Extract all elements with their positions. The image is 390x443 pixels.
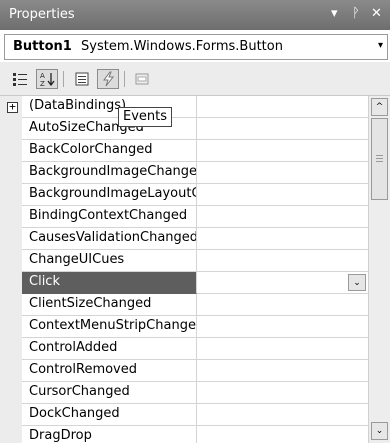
grid-row-selected[interactable]: Click ⌄	[0, 272, 368, 294]
scrollbar-thumb[interactable]	[371, 118, 388, 200]
toolbar-separator	[124, 71, 125, 87]
event-name[interactable]: BackgroundImageLayoutCh	[22, 184, 197, 206]
properties-button[interactable]	[71, 69, 93, 89]
property-pages-icon	[135, 73, 149, 85]
categorized-button[interactable]	[9, 69, 31, 89]
window-options-icon[interactable]: ▾	[331, 6, 338, 22]
row-gutter	[0, 360, 22, 382]
grid-row[interactable]: ClientSizeChanged	[0, 294, 368, 316]
event-name[interactable]: Click	[22, 272, 197, 294]
toolbar-separator	[63, 71, 64, 87]
expand-icon[interactable]: +	[7, 101, 18, 113]
grip-line	[376, 161, 383, 162]
event-handler-value[interactable]	[197, 338, 368, 360]
event-name[interactable]: ControlAdded	[22, 338, 197, 360]
row-gutter	[0, 228, 22, 250]
properties-icon	[75, 72, 89, 86]
row-gutter	[0, 382, 22, 404]
event-name[interactable]: ChangeUICues	[22, 250, 197, 272]
event-handler-value[interactable]: ⌄	[197, 272, 368, 294]
events-tooltip: Events	[118, 107, 173, 127]
grid-row[interactable]: ChangeUICues	[0, 250, 368, 272]
grid-row[interactable]: BackgroundImageChanged	[0, 162, 368, 184]
scroll-down-button[interactable]: ⌄	[371, 422, 388, 440]
row-gutter	[0, 404, 22, 426]
grid-row[interactable]: ContextMenuStripChanged	[0, 316, 368, 338]
alphabetical-icon: A Z	[40, 72, 55, 87]
event-handler-value[interactable]	[197, 294, 368, 316]
vertical-scrollbar[interactable]: ^ ⌄	[368, 96, 390, 443]
row-gutter	[0, 140, 22, 162]
grid-row[interactable]: CausesValidationChanged	[0, 228, 368, 250]
event-name[interactable]: DockChanged	[22, 404, 197, 426]
grid-row[interactable]: CursorChanged	[0, 382, 368, 404]
row-gutter	[0, 338, 22, 360]
row-gutter	[0, 184, 22, 206]
events-button[interactable]	[97, 69, 119, 89]
object-selector[interactable]: Button1 System.Windows.Forms.Button ▾	[4, 34, 388, 60]
event-handler-value[interactable]	[197, 162, 368, 184]
chevron-down-icon[interactable]: ▾	[378, 40, 383, 51]
row-gutter	[0, 272, 22, 294]
grid-row[interactable]: + (DataBindings)	[0, 96, 368, 118]
chevron-up-icon: ^	[375, 102, 384, 112]
grid-row[interactable]: ControlAdded	[0, 338, 368, 360]
object-type: System.Windows.Forms.Button	[81, 39, 283, 54]
grid-row[interactable]: BackColorChanged	[0, 140, 368, 162]
events-icon	[103, 71, 115, 87]
event-name[interactable]: ControlRemoved	[22, 360, 197, 382]
grid-row[interactable]: DragDrop	[0, 426, 368, 443]
grid-row[interactable]: BackgroundImageLayoutCh	[0, 184, 368, 206]
event-name[interactable]: ContextMenuStripChanged	[22, 316, 197, 338]
grid-row[interactable]: AutoSizeChanged	[0, 118, 368, 140]
event-grid: + (DataBindings) AutoSizeChanged BackCol…	[0, 96, 368, 443]
event-handler-value[interactable]	[197, 184, 368, 206]
categorized-icon	[13, 73, 27, 86]
close-icon[interactable]: ✕	[371, 6, 382, 22]
properties-toolbar: A Z	[0, 62, 390, 96]
event-handler-value[interactable]	[197, 382, 368, 404]
event-handler-value[interactable]	[197, 404, 368, 426]
event-name[interactable]: DragDrop	[22, 426, 197, 443]
scroll-up-button[interactable]: ^	[371, 98, 388, 116]
object-name: Button1	[13, 39, 72, 54]
row-gutter	[0, 162, 22, 184]
chevron-down-icon[interactable]: ⌄	[348, 274, 366, 291]
row-gutter	[0, 294, 22, 316]
event-handler-value[interactable]	[197, 360, 368, 382]
title-bar: Properties ▾ ᚹ ✕	[0, 0, 390, 30]
event-handler-value[interactable]	[197, 316, 368, 338]
event-handler-value[interactable]	[197, 250, 368, 272]
alphabetical-button[interactable]: A Z	[36, 69, 58, 89]
event-name[interactable]: BindingContextChanged	[22, 206, 197, 228]
event-handler-value[interactable]	[197, 140, 368, 162]
svg-text:A: A	[40, 72, 45, 80]
window-title: Properties	[9, 7, 75, 22]
event-name[interactable]: BackColorChanged	[22, 140, 197, 162]
event-name[interactable]: CausesValidationChanged	[22, 228, 197, 250]
event-handler-value[interactable]	[197, 96, 368, 118]
row-gutter	[0, 426, 22, 443]
event-name[interactable]: CursorChanged	[22, 382, 197, 404]
row-gutter	[0, 316, 22, 338]
pin-icon[interactable]: ᚹ	[352, 6, 360, 22]
row-gutter	[0, 118, 22, 140]
chevron-down-icon: ⌄	[375, 426, 384, 436]
grip-line	[376, 155, 383, 156]
event-handler-value[interactable]	[197, 426, 368, 443]
event-name[interactable]: BackgroundImageChanged	[22, 162, 197, 184]
svg-text:Z: Z	[40, 80, 45, 87]
grid-row[interactable]: ControlRemoved	[0, 360, 368, 382]
row-gutter	[0, 206, 22, 228]
event-name[interactable]: ClientSizeChanged	[22, 294, 197, 316]
row-gutter	[0, 250, 22, 272]
row-gutter: +	[0, 96, 22, 118]
event-handler-value[interactable]	[197, 228, 368, 250]
grid-row[interactable]: DockChanged	[0, 404, 368, 426]
grid-row[interactable]: BindingContextChanged	[0, 206, 368, 228]
event-handler-value[interactable]	[197, 118, 368, 140]
property-pages-button[interactable]	[131, 69, 153, 89]
grip-line	[376, 158, 383, 159]
event-handler-value[interactable]	[197, 206, 368, 228]
